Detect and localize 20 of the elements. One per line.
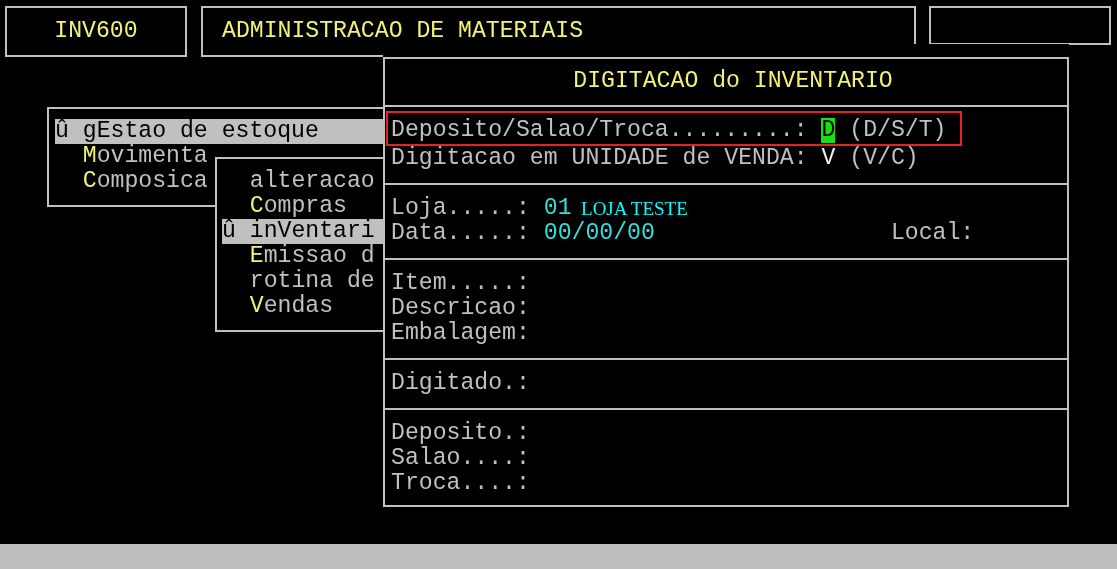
field-label: Embalagem: <box>391 321 530 346</box>
store-name: LOJA TESTE <box>581 197 688 221</box>
field-label: Descricao: <box>391 296 530 321</box>
cursor-field[interactable]: D <box>821 118 836 144</box>
system-title: ADMINISTRACAO DE MATERIAIS <box>222 19 584 44</box>
field-label: Troca....: <box>391 471 530 496</box>
program-code: INV600 <box>54 19 138 44</box>
field-label: Deposito.: <box>391 421 530 446</box>
dialog-title: DIGITACAO do INVENTARIO <box>573 69 893 94</box>
field-label: Salao....: <box>391 446 530 471</box>
options-hint: (V/C) <box>849 146 919 171</box>
field-value: V <box>821 146 836 171</box>
field-label: Loja.....: <box>391 196 530 221</box>
options-hint: (D/S/T) <box>849 118 947 144</box>
field-value: 00/00/00 <box>543 221 655 246</box>
field-label: Local: <box>890 221 975 246</box>
field-value: 01 <box>543 196 572 221</box>
field-label: Item.....: <box>391 271 530 296</box>
field-label: Digitacao em UNIDADE de VENDA: <box>391 146 808 171</box>
field-label: Digitado.: <box>391 371 530 396</box>
